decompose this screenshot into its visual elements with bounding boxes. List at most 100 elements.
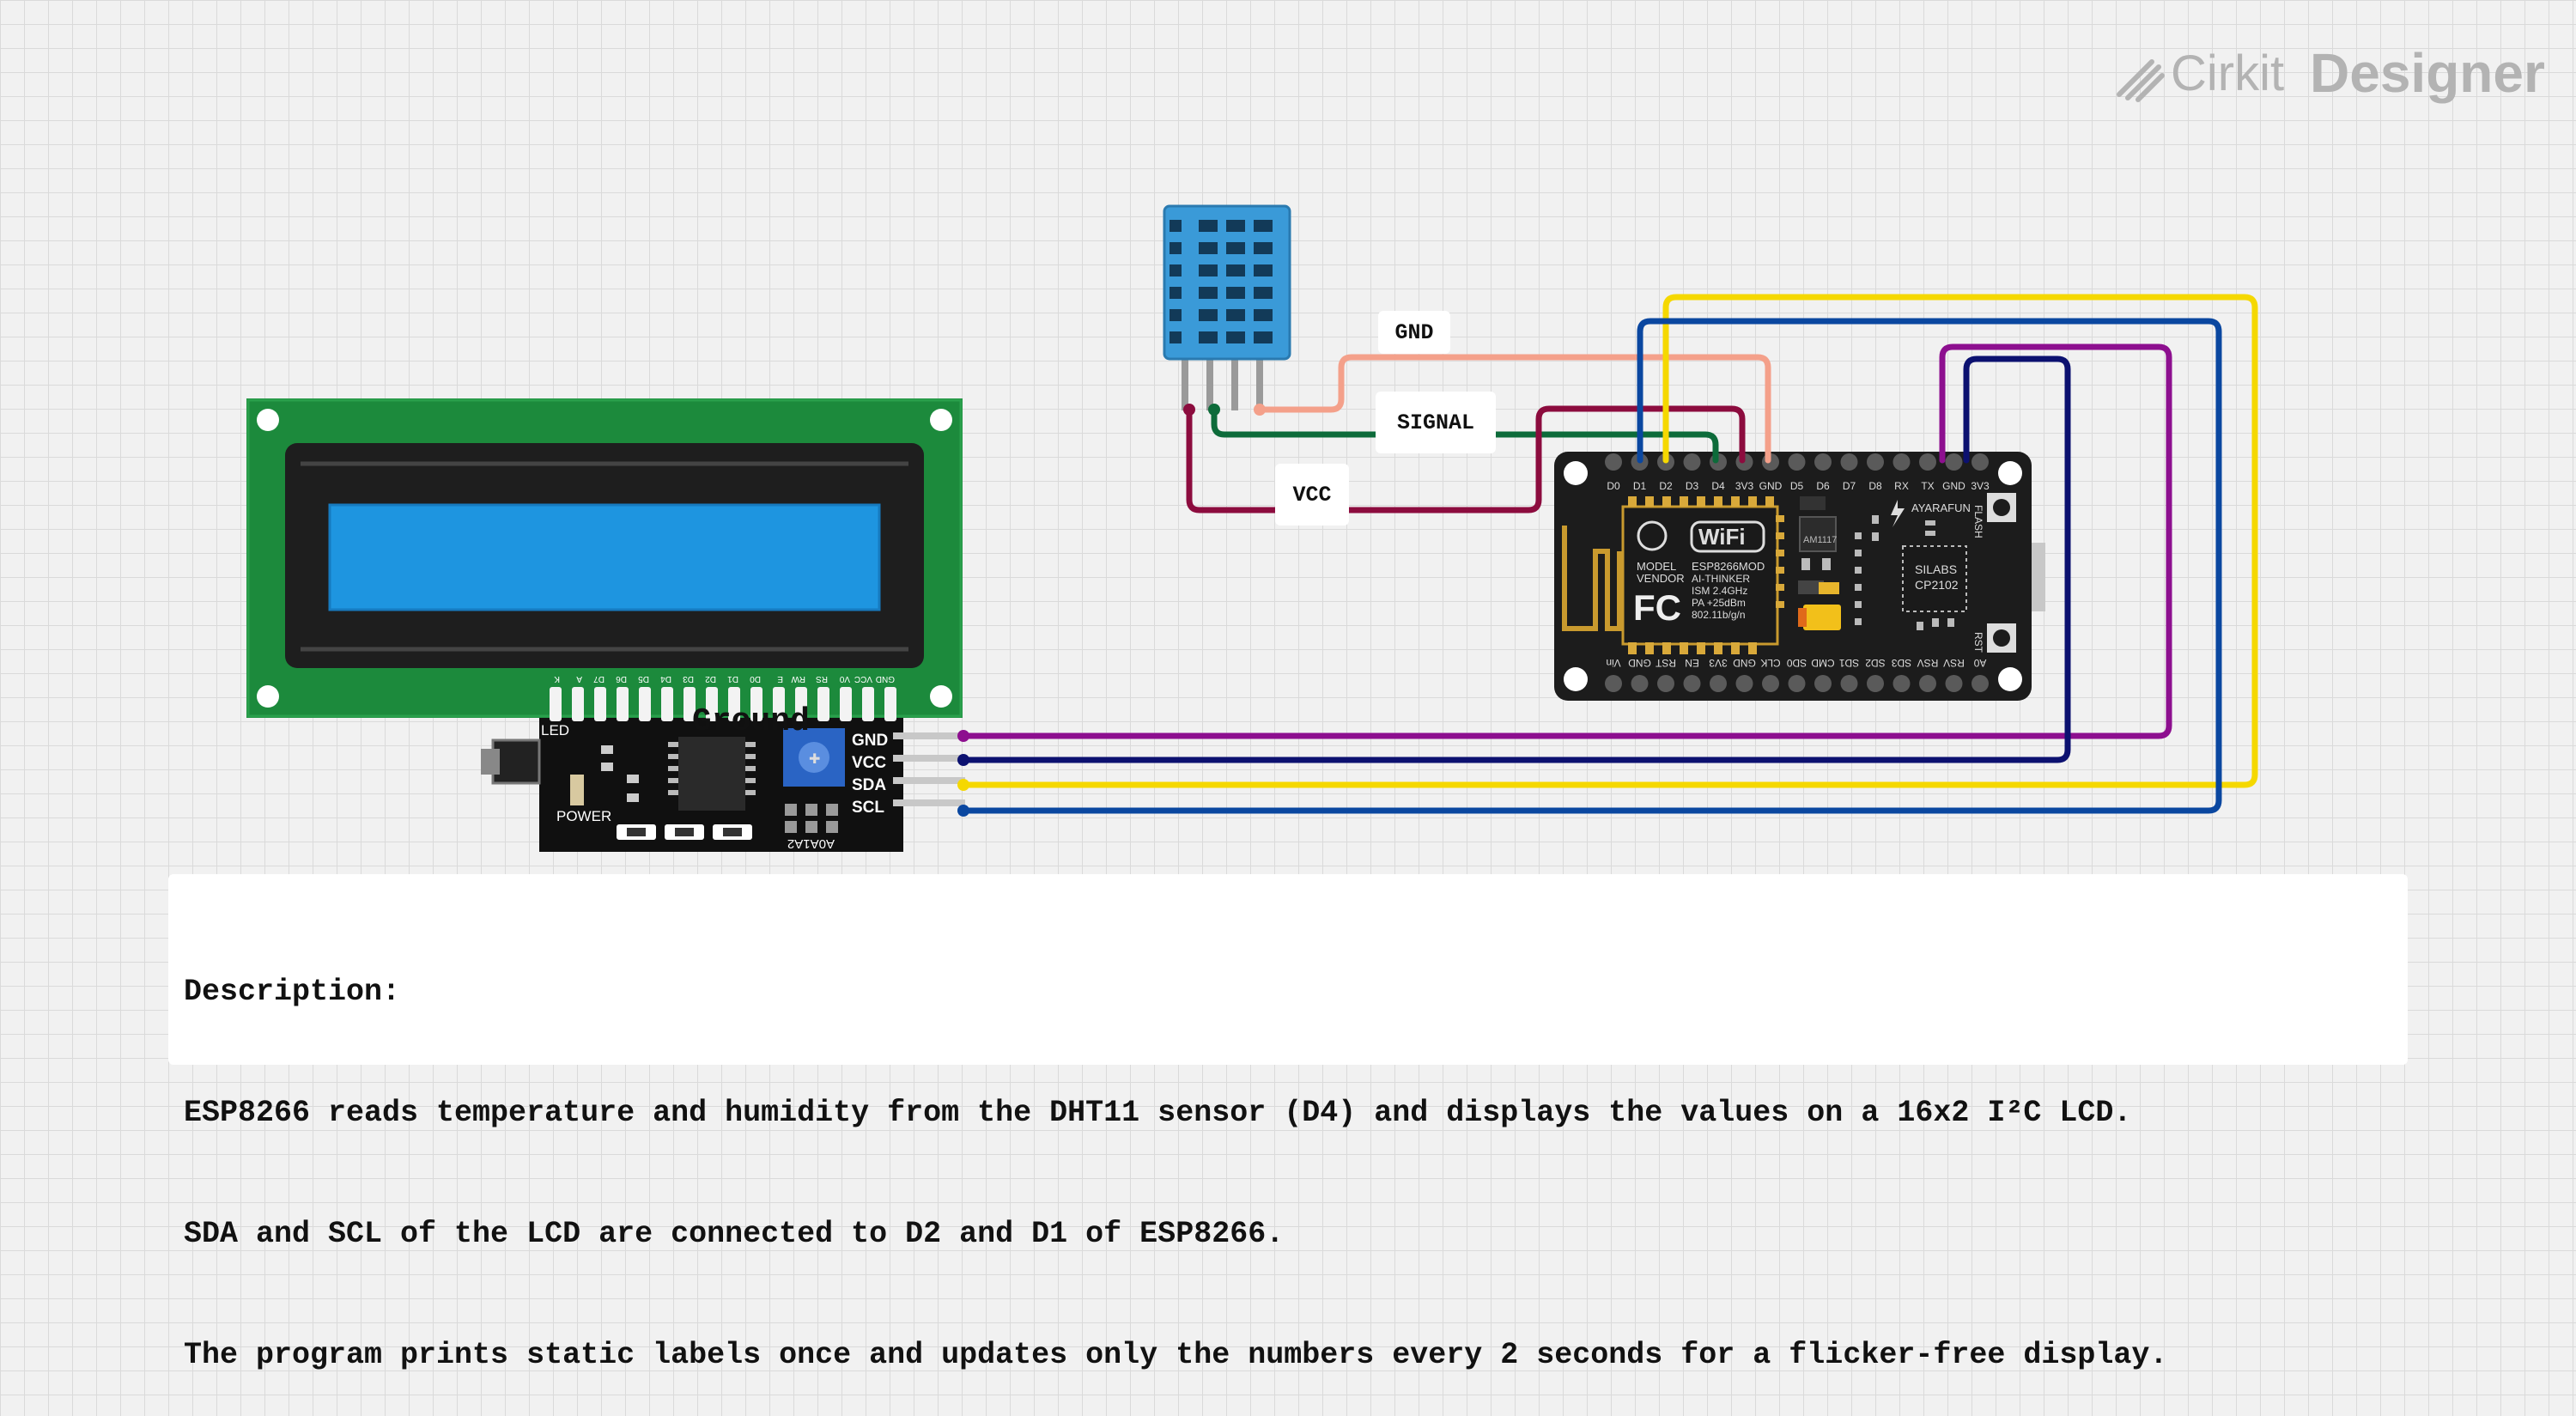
esp-header-pin[interactable]: [1867, 675, 1884, 692]
dht-grill-slot: [1254, 331, 1273, 343]
esp-header-pin[interactable]: [1735, 675, 1753, 692]
svg-text:✚: ✚: [809, 752, 820, 767]
lcd-pin-label: D4: [660, 674, 671, 684]
esp-header-pin[interactable]: [1631, 675, 1649, 692]
mount-hole: [930, 409, 952, 431]
module-vendor: VENDOR: [1637, 572, 1685, 585]
led-label: LED: [541, 722, 569, 738]
esp-bottom-pin-label: CLK: [1760, 657, 1780, 669]
lcd-header-pin[interactable]: [550, 687, 562, 721]
esp-header-pin[interactable]: [1683, 675, 1701, 692]
lcd-header-pin[interactable]: [840, 687, 852, 721]
lcd-header-pin[interactable]: [661, 687, 673, 721]
esp-header-pin[interactable]: [1919, 453, 1936, 471]
dht11-sensor[interactable]: [1163, 204, 1291, 410]
label-signal: SIGNAL: [1376, 392, 1496, 453]
dht-grill-slot: [1254, 242, 1273, 254]
esp-top-pin-label: GND: [1942, 480, 1965, 492]
esp-header-pin[interactable]: [1814, 453, 1832, 471]
address-label: A0A1A2: [787, 836, 835, 851]
lcd-header-pin[interactable]: [617, 687, 629, 721]
module-band: ISM 2.4GHz: [1692, 585, 1747, 597]
i2c-scl-label: SCL: [852, 799, 884, 817]
rst-label: RST: [1972, 632, 1984, 653]
lcd-pin-label: D1: [727, 674, 738, 684]
lcd-header-pin[interactable]: [884, 687, 896, 721]
esp-bottom-pin-label: A0: [1973, 657, 1986, 669]
module-protocol: 802.11b/g/n: [1692, 609, 1746, 621]
esp-bottom-pin-label: RSV: [1917, 657, 1939, 669]
pcf8574-chip: [678, 737, 745, 811]
lcd-header-pin[interactable]: [572, 687, 584, 721]
esp-bottom-pin-label: SD3: [1892, 657, 1912, 669]
esp-header-pin[interactable]: [1710, 675, 1727, 692]
esp-header-pin[interactable]: [1945, 453, 1963, 471]
dht-grill-slot: [1170, 331, 1182, 343]
flash-label: FLASH: [1972, 505, 1984, 538]
dht-grill-slot: [1254, 220, 1273, 232]
esp-bottom-pin-label: CMD: [1811, 657, 1835, 669]
esp-header-pin[interactable]: [1788, 675, 1806, 692]
i2c-vcc-label: VCC: [852, 754, 886, 772]
led-jumper[interactable]: [491, 738, 541, 785]
esp8266-nodemcu[interactable]: WiFi MODEL VENDOR ESP8266MOD AI-THINKER …: [1554, 452, 2045, 701]
esp-top-pin-label: TX: [1921, 480, 1934, 492]
power-label: POWER: [556, 808, 611, 824]
esp-header-pin[interactable]: [1893, 675, 1911, 692]
dht-grill-slot: [1254, 264, 1273, 277]
esp-bottom-pin-label: RSV: [1943, 657, 1965, 669]
description-heading: Description:: [184, 975, 401, 1009]
esp-header-pin[interactable]: [1788, 453, 1806, 471]
esp-bottom-pin-label: Vin: [1606, 657, 1620, 669]
esp-header-pin[interactable]: [1683, 453, 1701, 471]
lcd-16x2-module[interactable]: [246, 398, 963, 718]
esp-header-pin[interactable]: [1867, 453, 1884, 471]
lcd-pin-label: A: [576, 674, 582, 684]
lcd-header-pin[interactable]: [594, 687, 606, 721]
fcc-logo: FC: [1633, 587, 1681, 628]
esp-header-pin[interactable]: [1971, 675, 1989, 692]
esp-top-pin-label: RX: [1894, 480, 1909, 492]
wire-endpoints: [957, 404, 1266, 817]
esp-header-pin[interactable]: [1945, 675, 1963, 692]
esp-header-pin[interactable]: [1971, 453, 1989, 471]
lcd-pin-label: GND: [876, 674, 895, 684]
esp-header-pin[interactable]: [1762, 675, 1779, 692]
esp-header-pin[interactable]: [1657, 675, 1674, 692]
label-vcc: VCC: [1275, 464, 1349, 526]
esp-header-pin[interactable]: [1840, 453, 1858, 471]
dht-grill-slot: [1226, 287, 1245, 299]
dht-grill-slot: [1170, 220, 1182, 232]
module-power: PA +25dBm: [1692, 597, 1746, 609]
module-name: ESP8266MOD: [1692, 560, 1765, 573]
esp-header-pin[interactable]: [1814, 675, 1832, 692]
esp-bottom-pin-label: SD1: [1839, 657, 1860, 669]
label-gnd: GND: [1378, 311, 1450, 354]
dht-grill-slot: [1254, 309, 1273, 321]
esp-header-pin[interactable]: [1919, 675, 1936, 692]
esp-bottom-pin-label: SD2: [1865, 657, 1886, 669]
esp-header-pin[interactable]: [1893, 453, 1911, 471]
dht-grill-slot: [1170, 264, 1182, 277]
description-panel: Description: ESP8266 reads temperature a…: [168, 874, 2408, 1372]
esp-header-pin[interactable]: [1605, 675, 1622, 692]
dht-grill-slot: [1226, 331, 1245, 343]
esp-top-pin-label: 3V3: [1735, 480, 1754, 492]
lcd-pin-label: D5: [638, 674, 649, 684]
esp-top-pin-label: D5: [1790, 480, 1804, 492]
esp-top-pin-label: GND: [1759, 480, 1783, 492]
esp-top-pin-label: D8: [1868, 480, 1882, 492]
esp-top-pin-label: 3V3: [1971, 480, 1990, 492]
esp-header-pin[interactable]: [1605, 453, 1622, 471]
i2c-sda-label: SDA: [852, 776, 886, 794]
mount-hole: [257, 685, 279, 708]
esp-top-pin-label: D4: [1711, 480, 1725, 492]
esp-top-pin-label: D7: [1843, 480, 1856, 492]
lcd-header-pin[interactable]: [639, 687, 651, 721]
lcd-header-pin[interactable]: [862, 687, 874, 721]
lcd-header-pin[interactable]: [817, 687, 829, 721]
board-brand: AYARAFUN: [1911, 501, 1971, 514]
usb-chip-label-2: CP2102: [1915, 578, 1959, 592]
esp-header-pin[interactable]: [1840, 675, 1858, 692]
dht-grill-slot: [1199, 287, 1218, 299]
